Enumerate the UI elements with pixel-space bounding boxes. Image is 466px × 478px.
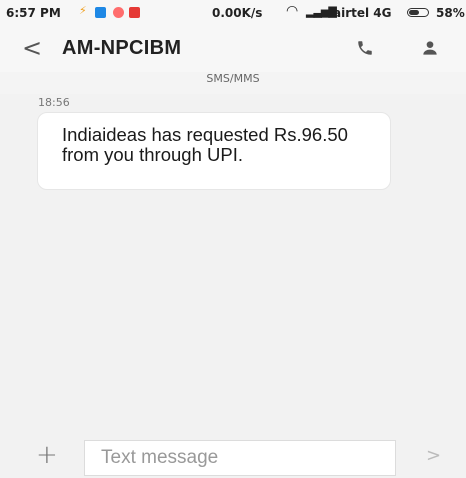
message-text: Indiaideas has requested Rs.96.50 from y… — [62, 124, 348, 165]
notification-chat-icon — [113, 7, 124, 18]
message-timestamp: 18:56 — [38, 96, 70, 109]
notification-bolt-icon: ⚡ — [79, 4, 87, 17]
status-bar: 6:57 PM ⚡ 0.00K/s ◠ ▂▃▅▇ airtel 4G 58% — [0, 0, 466, 26]
send-button[interactable]: > — [426, 445, 441, 466]
message-bubble[interactable]: Indiaideas has requested Rs.96.50 from y… — [37, 112, 391, 190]
signal-icon: ▂▃▅▇ — [306, 5, 337, 18]
composer-bar: + Text message > — [0, 436, 466, 478]
battery-percent: 58% — [436, 6, 465, 20]
wifi-icon: ◠ — [286, 3, 299, 19]
add-attachment-button[interactable]: + — [36, 440, 58, 470]
battery-icon — [407, 8, 429, 17]
status-time: 6:57 PM — [6, 6, 61, 20]
message-input[interactable]: Text message — [84, 440, 396, 476]
carrier-label: airtel 4G — [333, 6, 392, 20]
back-button[interactable]: < — [22, 34, 42, 62]
network-speed: 0.00K/s — [212, 6, 263, 20]
notification-app-icon — [95, 7, 106, 18]
notification-mail-icon — [129, 7, 140, 18]
conversation-title: AM-NPCIBM — [62, 37, 182, 59]
contact-icon[interactable] — [420, 38, 440, 58]
channel-divider: SMS/MMS — [0, 72, 466, 94]
conversation-header: < AM-NPCIBM — [0, 26, 466, 72]
phone-icon[interactable] — [356, 39, 374, 57]
channel-label: SMS/MMS — [206, 72, 260, 85]
